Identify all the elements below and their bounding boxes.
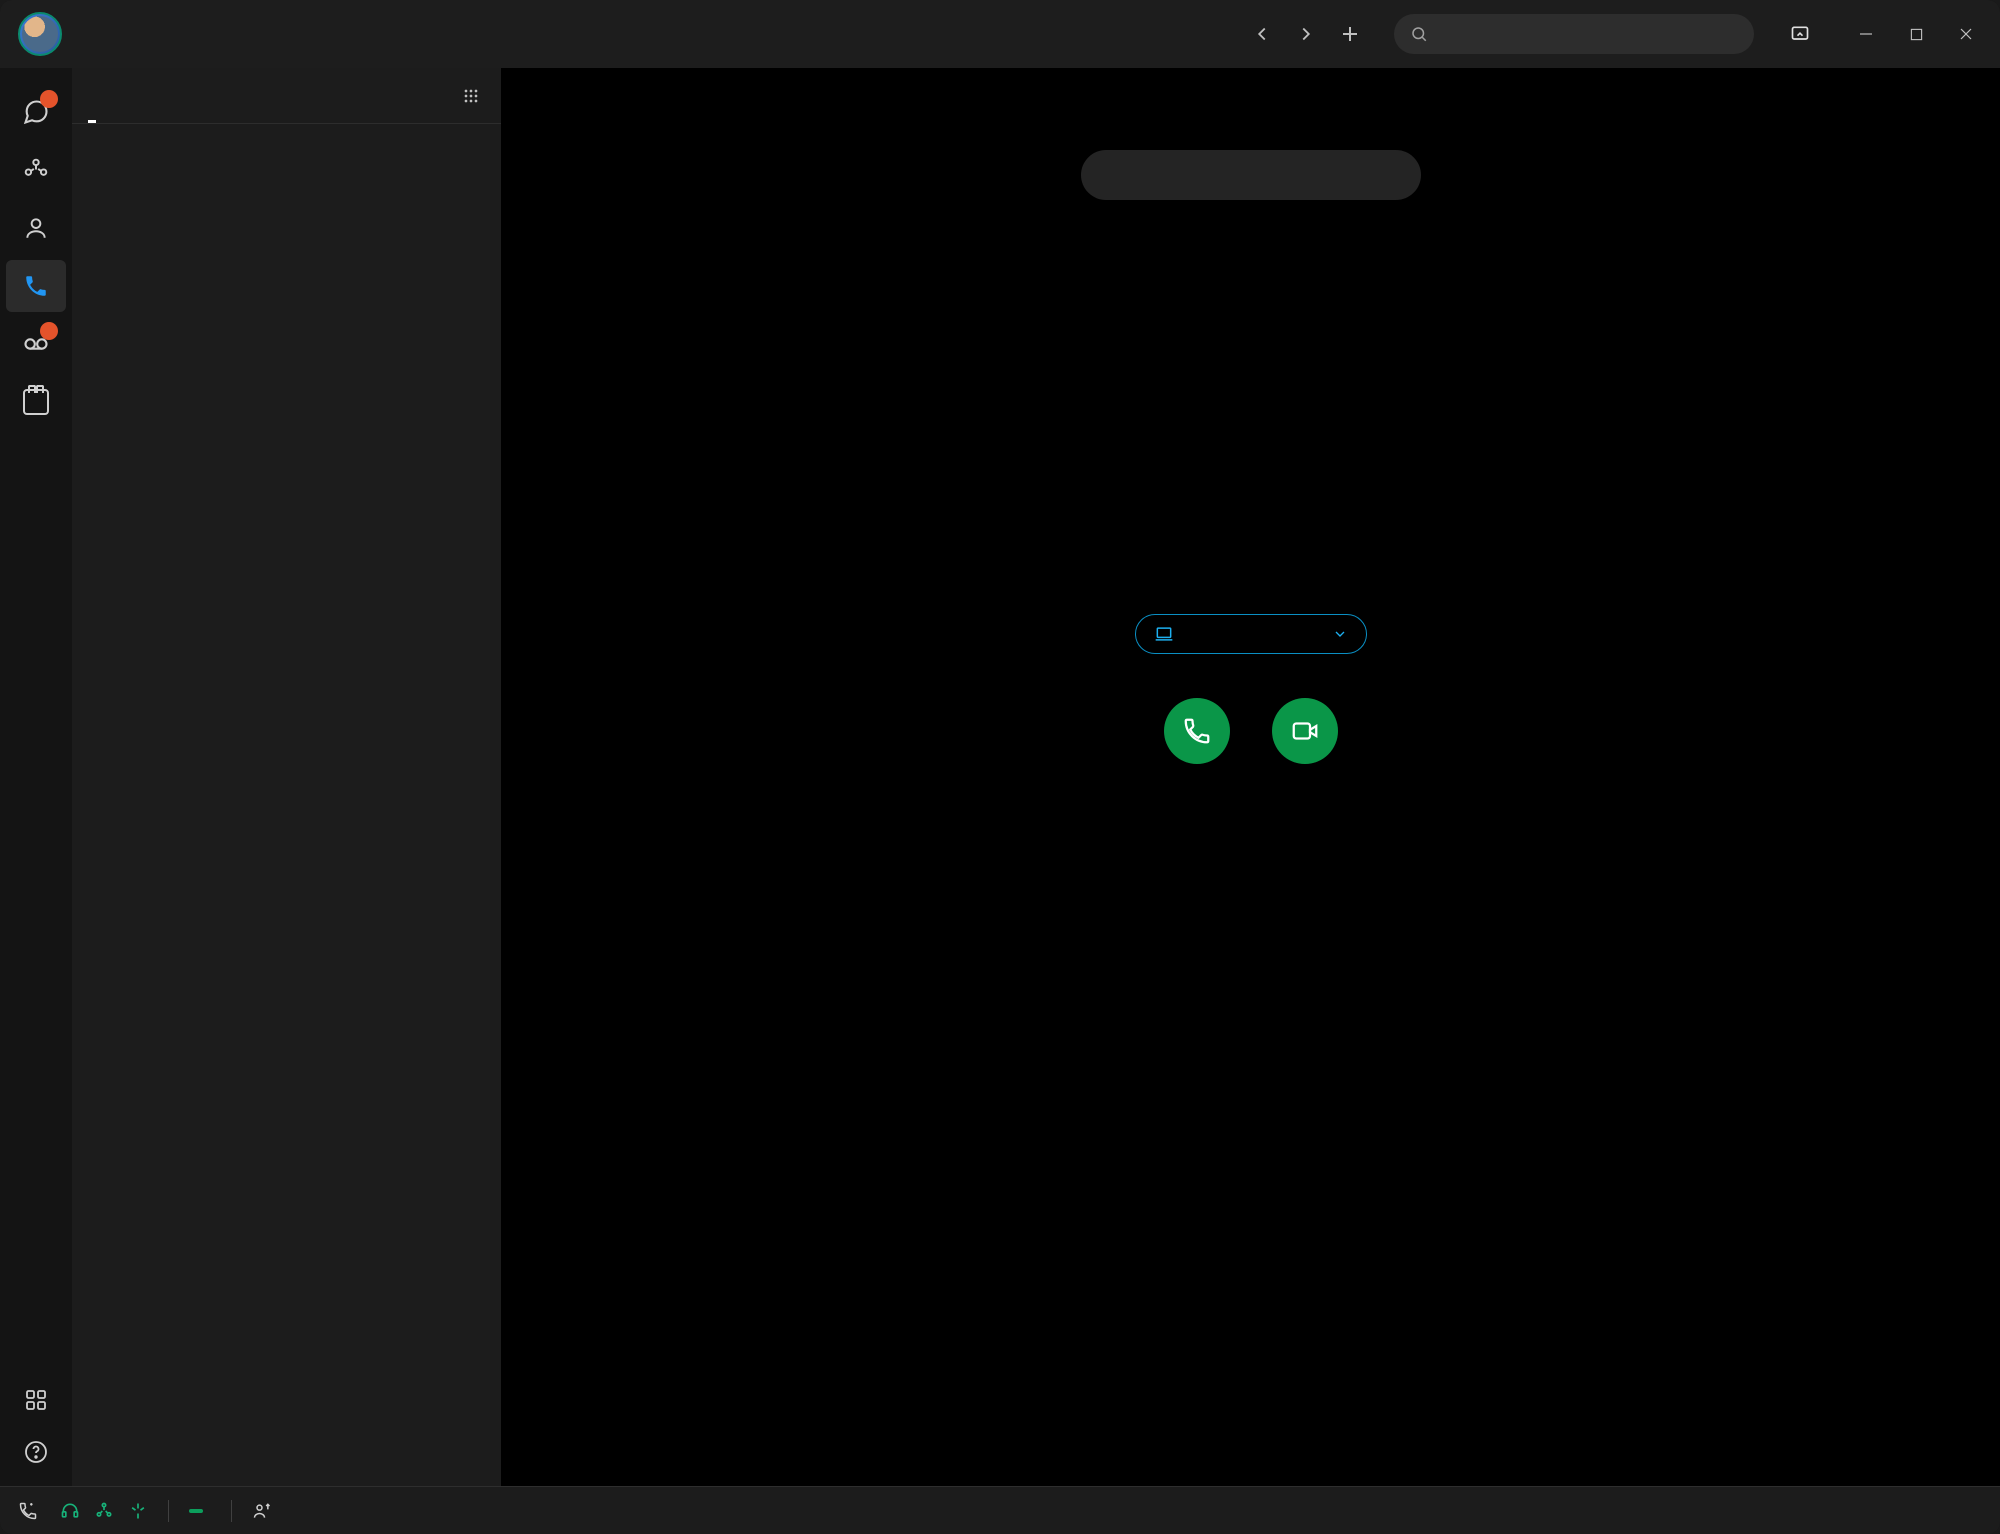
minimize-button[interactable]	[1850, 18, 1882, 50]
dial-search-input[interactable]	[1081, 150, 1421, 200]
dialpad-toggle-button[interactable]	[461, 86, 481, 106]
phone-outline-icon	[1182, 716, 1212, 746]
titlebar	[0, 0, 2000, 68]
rail-item-calling[interactable]	[6, 260, 66, 312]
audio-call-circle	[1164, 698, 1230, 764]
video-icon	[1290, 716, 1320, 746]
video-call-button[interactable]	[1272, 698, 1338, 778]
person-icon	[23, 215, 49, 241]
rail-item-messaging[interactable]	[6, 86, 66, 138]
separator	[168, 1500, 169, 1522]
navigation-rail	[0, 68, 72, 1486]
call-actions	[1164, 698, 1338, 778]
headset-status-icon[interactable]	[60, 1501, 80, 1521]
call-filter-tabs	[72, 68, 501, 124]
maximize-button[interactable]	[1900, 18, 1932, 50]
messaging-badge	[40, 90, 58, 108]
connect-device-button[interactable]	[1780, 18, 1830, 50]
cast-icon	[1790, 24, 1810, 44]
rail-item-meetings[interactable]	[6, 376, 66, 428]
dialpad-icon	[461, 86, 481, 106]
chevron-right-icon	[1295, 23, 1317, 45]
app-body	[0, 68, 2000, 1486]
user-avatar[interactable]	[18, 12, 62, 56]
chevron-down-icon	[1332, 626, 1348, 642]
app-window	[0, 0, 2000, 1534]
rail-item-apps[interactable]	[6, 1374, 66, 1426]
close-icon	[1959, 27, 1973, 41]
close-button[interactable]	[1950, 18, 1982, 50]
teams-icon	[23, 157, 49, 183]
help-icon	[24, 1440, 48, 1464]
service-status-icon[interactable]	[128, 1501, 148, 1521]
voicemail-badge	[40, 322, 58, 340]
rail-item-voicemail[interactable]	[6, 318, 66, 370]
plus-icon	[1338, 22, 1362, 46]
nav-back-button[interactable]	[1244, 16, 1280, 52]
keypad	[1116, 250, 1386, 572]
search-icon	[1410, 25, 1428, 43]
status-bar	[0, 1486, 2000, 1534]
device-selector[interactable]	[1135, 614, 1367, 654]
window-controls	[1850, 18, 1982, 50]
calendar-icon	[23, 389, 49, 415]
new-button[interactable]	[1332, 16, 1368, 52]
call-settings-button[interactable]	[18, 1501, 46, 1521]
dialer-panel	[502, 68, 2000, 1486]
rail-item-help[interactable]	[6, 1432, 66, 1472]
nav-forward-button[interactable]	[1288, 16, 1324, 52]
phone-settings-icon	[18, 1501, 38, 1521]
call-list[interactable]	[72, 124, 501, 1486]
minimize-icon	[1859, 27, 1873, 41]
call-history-panel	[72, 68, 502, 1486]
global-search-input[interactable]	[1440, 23, 1738, 45]
softphone-selector[interactable]	[189, 1509, 211, 1513]
rail-item-contacts[interactable]	[6, 202, 66, 254]
separator	[231, 1500, 232, 1522]
audio-call-button[interactable]	[1164, 698, 1230, 778]
rail-item-teams[interactable]	[6, 144, 66, 196]
laptop-icon	[1154, 624, 1174, 644]
apps-icon	[24, 1388, 48, 1412]
video-call-circle	[1272, 698, 1338, 764]
global-search[interactable]	[1394, 14, 1754, 54]
chevron-left-icon	[1251, 23, 1273, 45]
maximize-icon	[1910, 28, 1923, 41]
call-pickup-button[interactable]	[252, 1501, 280, 1521]
call-pickup-icon	[252, 1501, 272, 1521]
line-badge	[189, 1509, 203, 1513]
network-status-icon[interactable]	[94, 1501, 114, 1521]
phone-icon	[23, 273, 49, 299]
